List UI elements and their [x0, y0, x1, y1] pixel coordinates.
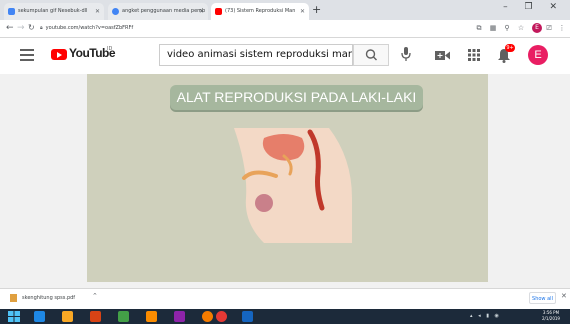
account-avatar[interactable]: E — [528, 45, 548, 65]
video-camera-icon[interactable] — [435, 50, 450, 61]
show-all-button[interactable]: Show all — [529, 292, 556, 304]
browser-menu-icon[interactable]: ⋮ — [558, 24, 566, 32]
windows-start-icon[interactable] — [8, 311, 20, 322]
tab-label: angket penggunaan media pemb — [122, 8, 206, 14]
taskbar-app-icon[interactable] — [216, 311, 227, 322]
cast-icon[interactable]: ⎚ — [545, 24, 553, 32]
taskbar-clock[interactable]: 3:56 PM 2/1/2019 — [542, 310, 560, 322]
forward-arrow-icon[interactable]: → — [17, 21, 25, 35]
tab-close-icon[interactable]: ✕ — [199, 3, 204, 20]
download-chevron-icon[interactable]: ⌃ — [92, 292, 98, 300]
taskbar-app-icon[interactable] — [202, 311, 213, 322]
video-title-text: ALAT REPRODUKSI PADA LAKI-LAKI — [176, 89, 417, 105]
lock-icon: 🔒︎ — [40, 25, 43, 31]
search-input[interactable]: video animasi sistem reproduksi manusia — [159, 44, 353, 66]
play-triangle-icon — [57, 52, 62, 58]
search-button[interactable] — [353, 44, 389, 66]
extension-icon[interactable]: ⧉ — [475, 24, 483, 32]
taskbar-app-icon[interactable] — [242, 311, 253, 322]
tab-favicon-icon — [8, 8, 15, 15]
address-bar[interactable]: 🔒︎ youtube.com/watch?v=oasfZbFRFf — [40, 22, 420, 35]
system-tray-icons[interactable]: ▴ ◂ ▮ ◉ — [470, 313, 501, 319]
url-text: youtube.com/watch?v=oasfZbFRFf — [45, 25, 134, 31]
tab-1[interactable]: sekumpulan gif Nesebuk-dll ✕ — [4, 3, 104, 20]
notification-count-badge: 9+ — [505, 44, 515, 52]
pdf-file-icon — [10, 294, 17, 302]
extension-icon[interactable]: ▦ — [489, 24, 497, 32]
apps-grid-icon[interactable] — [468, 49, 480, 61]
reload-icon[interactable]: ↻ — [28, 21, 35, 35]
tab-label: (73) Sistem Reproduksi Man — [225, 8, 296, 14]
taskbar-app-icon[interactable] — [174, 311, 185, 322]
taskbar-app-icon[interactable] — [90, 311, 101, 322]
bookmark-star-icon[interactable]: ☆ — [517, 24, 525, 32]
tab-2[interactable]: angket penggunaan media pemb ✕ — [108, 3, 208, 20]
youtube-favicon-icon — [215, 8, 222, 15]
taskbar-app-icon[interactable] — [118, 311, 129, 322]
internal-organ-round — [255, 194, 273, 212]
taskbar-app-icon[interactable] — [62, 311, 73, 322]
menu-icon[interactable] — [20, 49, 34, 61]
tab-favicon-icon — [112, 8, 119, 15]
taskbar-app-icon[interactable] — [34, 311, 45, 322]
country-code: ID — [107, 46, 113, 52]
tab-label: sekumpulan gif Nesebuk-dll — [18, 8, 88, 14]
download-shelf — [0, 288, 570, 310]
zoom-icon[interactable]: ⚲ — [503, 24, 511, 32]
back-arrow-icon[interactable]: ← — [6, 21, 14, 35]
clock-date: 2/1/2019 — [542, 316, 560, 321]
taskbar-app-icon[interactable] — [146, 311, 157, 322]
tab-active[interactable]: (73) Sistem Reproduksi Man ✕ — [211, 3, 309, 20]
browser-profile-avatar[interactable]: E — [532, 23, 542, 33]
mic-icon[interactable] — [400, 46, 412, 63]
download-file-name[interactable]: skenghitung spss.pdf — [22, 293, 75, 303]
search-icon — [365, 49, 377, 61]
tab-close-icon[interactable]: ✕ — [300, 3, 305, 20]
new-tab-button[interactable]: + — [312, 4, 321, 16]
window-controls[interactable]: – ❐ ✕ — [503, 2, 564, 12]
close-shelf-icon[interactable]: ✕ — [561, 292, 567, 300]
reproductive-system-schematic — [234, 128, 352, 243]
tab-close-icon[interactable]: ✕ — [95, 3, 100, 20]
